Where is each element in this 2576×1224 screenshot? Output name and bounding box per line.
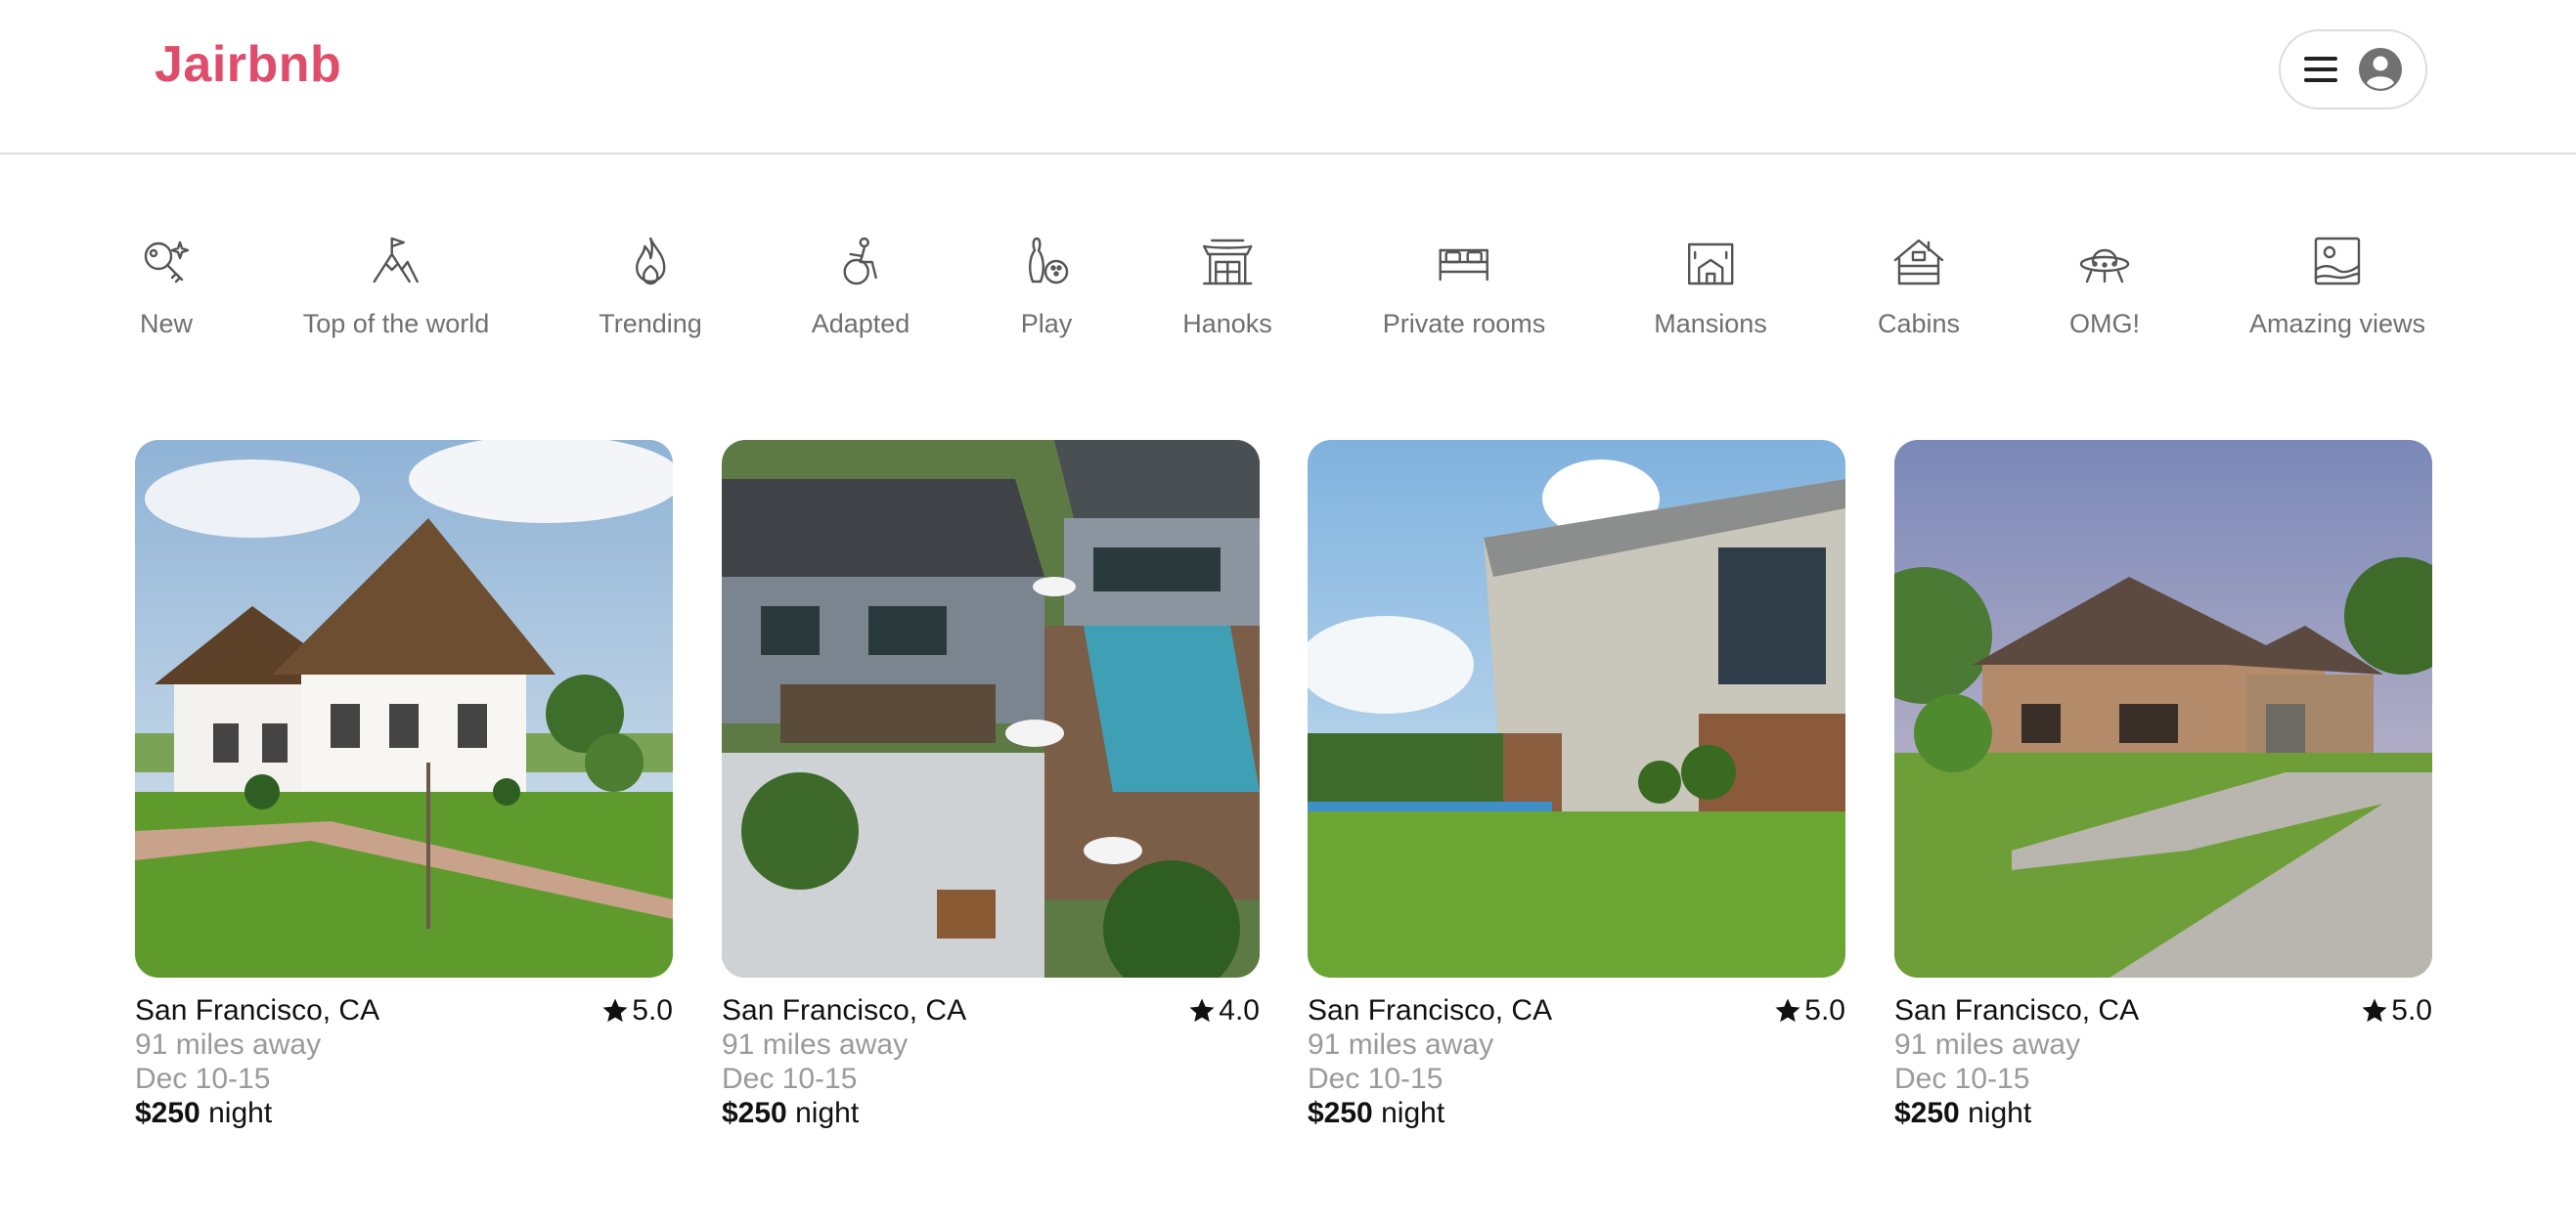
ufo-icon <box>2079 248 2130 284</box>
top-header: Jairbnb <box>0 0 2576 154</box>
price-unit: night <box>208 1097 273 1129</box>
listing-card[interactable]: San Francisco, CA 5.0 91 miles away Dec … <box>135 440 673 1130</box>
category-label: Amazing views <box>2248 309 2426 338</box>
category-label: New <box>139 309 193 338</box>
brand-logo[interactable]: Jairbnb <box>155 35 341 94</box>
category-top-of-the-world[interactable]: Top of the world <box>302 233 490 339</box>
listing-price-line: $250 night <box>722 1096 1260 1130</box>
category-adapted[interactable]: Adapted <box>812 233 910 339</box>
category-label: Private rooms <box>1382 309 1546 338</box>
category-label: Cabins <box>1877 309 1961 338</box>
listing-info: San Francisco, CA 5.0 91 miles away Dec … <box>1894 993 2432 1130</box>
listing-photo[interactable] <box>1894 440 2432 978</box>
cabin-icon <box>1893 239 1944 285</box>
user-menu-button[interactable] <box>2279 29 2427 109</box>
flame-icon <box>635 237 666 285</box>
category-label: Trending <box>599 309 702 338</box>
listing-distance: 91 miles away <box>1894 1028 2081 1061</box>
listing-rating: 5.0 <box>1773 993 1845 1027</box>
category-label: Play <box>1020 309 1073 338</box>
listing-location: San Francisco, CA <box>1894 994 2140 1027</box>
listing-distance: 91 miles away <box>722 1028 909 1061</box>
listing-location: San Francisco, CA <box>1308 994 1553 1027</box>
landscape-icon <box>2314 237 2361 285</box>
star-icon <box>2362 998 2387 1022</box>
listing-info: San Francisco, CA 5.0 91 miles away Dec … <box>1308 993 1845 1130</box>
bed-icon <box>1439 248 1489 282</box>
category-label: Top of the world <box>302 309 490 338</box>
category-mansions[interactable]: Mansions <box>1654 233 1767 339</box>
rating-value: 5.0 <box>1804 994 1845 1027</box>
listing-photo[interactable] <box>722 440 1260 978</box>
listing-dates: Dec 10-15 <box>1308 1063 1443 1095</box>
category-trending[interactable]: Trending <box>599 233 702 339</box>
category-new[interactable]: New <box>137 233 196 339</box>
listing-distance: 91 miles away <box>1308 1028 1494 1061</box>
category-hanoks[interactable]: Hanoks <box>1182 233 1272 339</box>
category-private-rooms[interactable]: Private rooms <box>1382 233 1546 339</box>
listing-photo[interactable] <box>135 440 673 978</box>
category-omg[interactable]: OMG! <box>2069 233 2140 339</box>
key-sparkle-icon <box>144 240 190 284</box>
rating-value: 4.0 <box>1219 994 1260 1027</box>
listing-location: San Francisco, CA <box>135 994 380 1027</box>
price-unit: night <box>1381 1097 1445 1129</box>
listing-price: $250 <box>722 1097 787 1129</box>
listing-dates: Dec 10-15 <box>1894 1063 2030 1095</box>
listing-image <box>135 440 673 978</box>
listing-price: $250 <box>1308 1097 1373 1129</box>
listing-image <box>1894 440 2432 978</box>
star-icon <box>602 998 628 1022</box>
category-play[interactable]: Play <box>1017 233 1076 339</box>
category-cabins[interactable]: Cabins <box>1878 233 1960 339</box>
listing-card[interactable]: San Francisco, CA 5.0 91 miles away Dec … <box>1894 440 2432 1130</box>
listing-image <box>1308 440 1845 978</box>
bowling-icon <box>1029 237 1069 284</box>
listing-rating: 4.0 <box>1187 993 1260 1027</box>
category-label: Mansions <box>1654 309 1767 338</box>
listing-location: San Francisco, CA <box>722 994 967 1027</box>
listing-rating: 5.0 <box>2360 993 2432 1027</box>
category-label: Adapted <box>811 309 910 338</box>
listing-price-line: $250 night <box>1308 1096 1845 1130</box>
star-icon <box>1189 998 1215 1022</box>
listing-card[interactable]: San Francisco, CA 5.0 91 miles away Dec … <box>1308 440 1845 1130</box>
listing-photo[interactable] <box>1308 440 1845 978</box>
listing-card[interactable]: San Francisco, CA 4.0 91 miles away Dec … <box>722 440 1260 1130</box>
mansion-icon <box>1687 242 1734 285</box>
listing-distance: 91 miles away <box>135 1028 322 1061</box>
listing-price-line: $250 night <box>135 1096 673 1130</box>
mountain-flag-icon <box>373 237 420 284</box>
category-amazing-views[interactable]: Amazing views <box>2249 233 2425 339</box>
category-label: Hanoks <box>1182 309 1272 338</box>
hanok-house-icon <box>1202 239 1253 285</box>
listing-info: San Francisco, CA 4.0 91 miles away Dec … <box>722 993 1260 1130</box>
listing-rating: 5.0 <box>600 993 673 1027</box>
hamburger-icon <box>2304 57 2337 82</box>
rating-value: 5.0 <box>2391 994 2432 1027</box>
listing-info: San Francisco, CA 5.0 91 miles away Dec … <box>135 993 673 1130</box>
category-bar: New Top of the world Trending Adapted Pl… <box>0 233 2576 350</box>
wheelchair-icon <box>843 237 878 285</box>
price-unit: night <box>795 1097 860 1129</box>
listing-price: $250 <box>1894 1097 1960 1129</box>
user-avatar-icon <box>2359 48 2402 91</box>
price-unit: night <box>1968 1097 2032 1129</box>
listing-image <box>722 440 1260 978</box>
rating-value: 5.0 <box>632 994 673 1027</box>
listing-dates: Dec 10-15 <box>722 1063 858 1095</box>
listing-dates: Dec 10-15 <box>135 1063 271 1095</box>
listing-price-line: $250 night <box>1894 1096 2432 1130</box>
listing-price: $250 <box>135 1097 200 1129</box>
category-label: OMG! <box>2069 309 2140 338</box>
star-icon <box>1775 998 1800 1022</box>
